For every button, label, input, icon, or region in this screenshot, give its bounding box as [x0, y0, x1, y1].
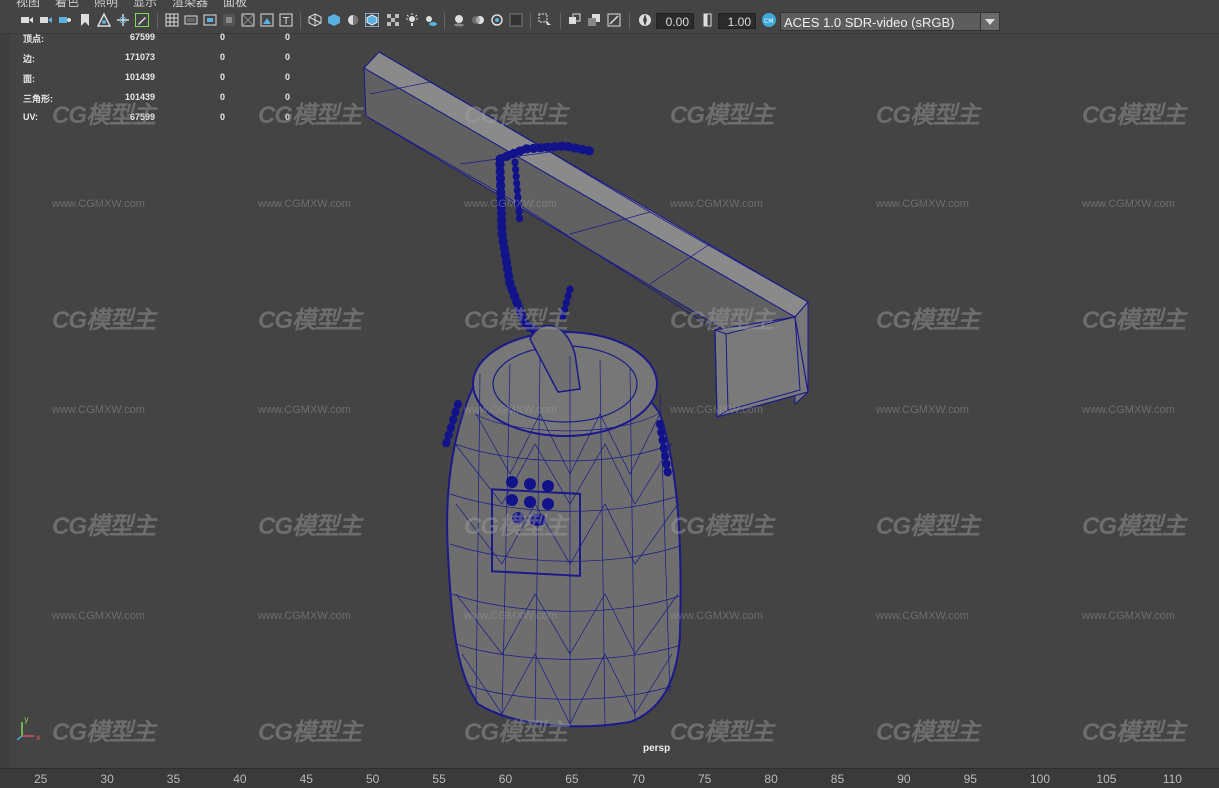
menu-lighting[interactable]: 照明 [94, 0, 118, 8]
bell-mesh [442, 324, 682, 729]
menu-shading[interactable]: 着色 [55, 0, 79, 8]
select-camera-icon[interactable] [20, 13, 34, 27]
ruler-tick-label: 65 [565, 772, 579, 786]
chevron-down-icon[interactable] [980, 13, 999, 30]
grid-icon[interactable] [165, 13, 179, 27]
ruler-tick-label: 45 [299, 772, 313, 786]
grease-pencil-icon[interactable] [135, 13, 149, 27]
xray-icon[interactable] [386, 13, 400, 27]
menu-bar: 视图 着色 照明 显示 渲染器 面板 [0, 0, 1219, 8]
wireframe-on-shaded-icon[interactable] [365, 13, 379, 27]
ruler-tick-label: 60 [498, 772, 513, 786]
ruler-tick-label: 75 [698, 772, 712, 786]
shadows-icon[interactable] [424, 13, 438, 27]
screen-space-ao-icon[interactable] [452, 13, 466, 27]
axis-gizmo-icon: y x [16, 715, 41, 742]
ruler-tick-label: 105 [1096, 772, 1117, 786]
left-edge [0, 34, 10, 768]
xray-joints-icon[interactable] [568, 13, 582, 27]
camera-attributes-icon[interactable] [39, 13, 53, 27]
scene-wireframe[interactable]: y x [10, 34, 1219, 768]
ruler-tick-label: 55 [432, 772, 446, 786]
ruler-tick-label: 35 [166, 772, 181, 786]
ruler-tick-label: 80 [764, 772, 778, 786]
time-slider-ruler[interactable]: 25 30 35 40 45 50 55 60 65 70 75 80 85 90 95 100 105 110 [0, 768, 1219, 788]
bookmark-icon[interactable] [78, 13, 92, 27]
safe-action-icon[interactable] [260, 13, 274, 27]
gamma-icon[interactable] [700, 13, 714, 27]
ruler-tick-label: 40 [233, 772, 247, 786]
menu-view[interactable]: 视图 [16, 0, 40, 8]
ruler-tick-label: 110 [1162, 772, 1182, 786]
isolate-select-icon[interactable] [538, 13, 552, 27]
viewport-toolbar: T 0.00 1.00 CM ACES 1.0 SDR-video (sRGB) [0, 8, 1219, 34]
safe-title-icon[interactable]: T [279, 13, 293, 27]
resolution-gate-icon[interactable] [203, 13, 217, 27]
svg-text:x: x [36, 733, 41, 742]
smooth-shade-icon[interactable] [327, 13, 341, 27]
depth-of-field-icon[interactable] [509, 13, 523, 27]
view-transform-select[interactable]: ACES 1.0 SDR-video (sRGB) [780, 12, 1000, 31]
ruler-tick-label: 50 [366, 772, 380, 786]
backface-culling-icon[interactable] [607, 13, 621, 27]
field-chart-icon[interactable] [241, 13, 255, 27]
ruler-tick-label: 95 [963, 772, 977, 786]
perspective-viewport[interactable]: y x [10, 34, 1219, 768]
svg-text:y: y [24, 715, 29, 724]
exposure-field[interactable]: 0.00 [656, 13, 694, 29]
gate-mask-icon[interactable] [222, 13, 236, 27]
camera-name-label: persp [643, 743, 671, 754]
ruler-tick-label: 30 [100, 772, 114, 786]
2d-pan-zoom-icon[interactable] [116, 13, 130, 27]
ruler-tick-label: 85 [830, 772, 845, 786]
motion-blur-icon[interactable] [471, 13, 485, 27]
view-transform-value: ACES 1.0 SDR-video (sRGB) [784, 15, 955, 30]
default-material-icon[interactable] [346, 13, 360, 27]
ruler-tick-label: 100 [1030, 772, 1051, 786]
film-gate-icon[interactable] [184, 13, 198, 27]
ruler-tick-label: 90 [897, 772, 911, 786]
svg-text:CM: CM [764, 18, 773, 25]
svg-text:T: T [282, 16, 290, 27]
exposure-icon[interactable] [638, 13, 652, 27]
xray-active-components-icon[interactable] [587, 13, 601, 27]
menu-panels[interactable]: 面板 [223, 0, 247, 8]
image-plane-icon[interactable] [97, 13, 111, 27]
color-management-icon[interactable]: CM [761, 13, 776, 27]
bookmark-camera-icon[interactable] [58, 13, 72, 27]
anti-aliasing-icon[interactable] [490, 13, 504, 27]
ruler-tick-label: 25 [34, 772, 48, 786]
wireframe-icon[interactable] [308, 13, 322, 27]
ruler-tick-label: 70 [631, 772, 645, 786]
menu-show[interactable]: 显示 [133, 0, 157, 8]
menu-renderer[interactable]: 渲染器 [172, 0, 208, 8]
use-all-lights-icon[interactable] [405, 13, 419, 27]
gamma-field[interactable]: 1.00 [718, 13, 756, 29]
